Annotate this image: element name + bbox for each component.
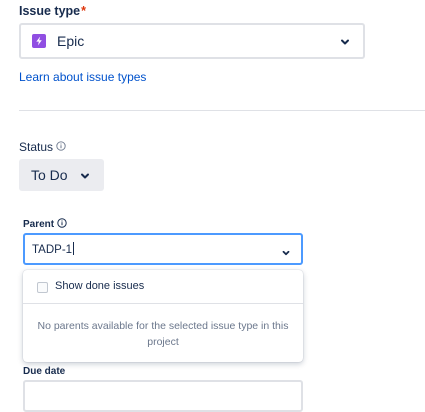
issue-type-select[interactable]: Epic xyxy=(19,23,365,59)
text-cursor xyxy=(73,242,75,255)
parent-label-text: Parent xyxy=(23,219,55,230)
info-icon[interactable] xyxy=(57,218,67,231)
info-icon[interactable] xyxy=(56,140,66,154)
no-parents-message: No parents available for the selected is… xyxy=(37,320,289,348)
due-date-input[interactable] xyxy=(23,380,303,412)
issue-type-label-text: Issue type xyxy=(19,4,81,18)
parent-input-wrapper: TADP-1 xyxy=(32,242,75,256)
due-date-label: Due date xyxy=(23,366,66,377)
show-done-issues-label[interactable]: Show done issues xyxy=(55,280,144,292)
issue-type-value: Epic xyxy=(57,33,85,49)
status-label: Status xyxy=(19,140,66,154)
parent-dropdown-menu: Show done issues No parents available fo… xyxy=(23,270,303,362)
show-done-issues-option[interactable]: Show done issues xyxy=(23,270,303,304)
show-done-issues-checkbox[interactable] xyxy=(37,282,48,293)
chevron-down-icon[interactable] xyxy=(281,245,291,263)
parent-label: Parent xyxy=(23,218,67,231)
required-marker: * xyxy=(81,4,87,18)
issue-type-label: Issue type* xyxy=(19,4,86,18)
status-value: To Do xyxy=(31,167,68,183)
status-dropdown-button[interactable]: To Do xyxy=(19,159,104,191)
epic-lightning-icon xyxy=(32,34,46,48)
chevron-down-icon xyxy=(79,169,91,187)
status-label-text: Status xyxy=(19,140,54,154)
chevron-down-icon xyxy=(339,35,351,53)
section-divider xyxy=(19,110,425,111)
parent-input-value: TADP-1 xyxy=(32,244,73,256)
learn-about-issue-types-link[interactable]: Learn about issue types xyxy=(19,70,146,84)
parent-search-input[interactable]: TADP-1 xyxy=(23,233,303,265)
